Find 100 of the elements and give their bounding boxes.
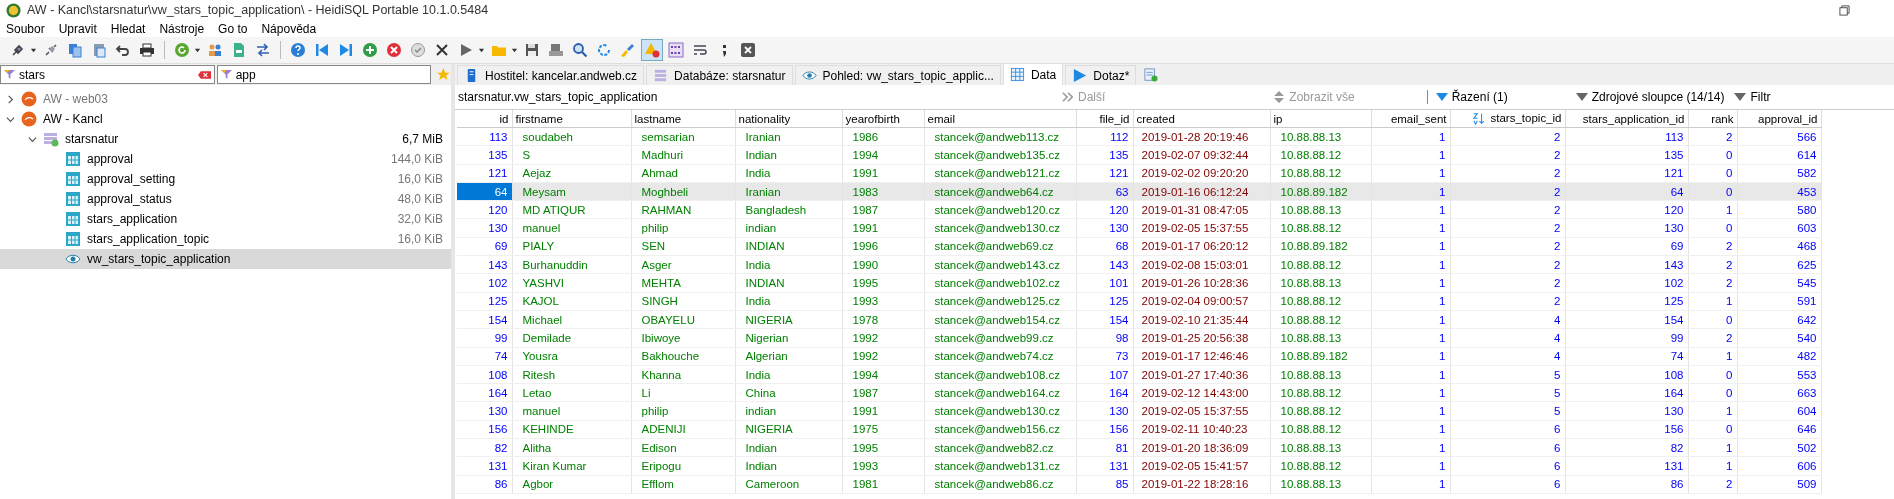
delete-icon[interactable]	[384, 40, 404, 60]
tree-item[interactable]: starsnatur 6,7 MiB	[0, 129, 451, 149]
table-cell: 2019-01-26 10:28:36	[1133, 273, 1270, 293]
table-cell: 2019-01-22 18:28:16	[1133, 475, 1270, 494]
table-cell: Efflom	[631, 475, 735, 494]
column-header[interactable]: email	[924, 110, 1076, 128]
tab[interactable]: Hostitel: kancelar.andweb.cz	[457, 65, 645, 85]
column-header[interactable]: stars_topic_id	[1450, 110, 1565, 128]
column-header[interactable]: created	[1133, 110, 1270, 128]
filter-field[interactable]: app	[216, 65, 432, 84]
menu-item[interactable]: Nástroje	[159, 21, 205, 36]
tree-item[interactable]: approval 144,0 KiB	[0, 149, 451, 169]
table-cell: 10.88.88.13	[1270, 438, 1371, 457]
column-header[interactable]: ip	[1270, 110, 1371, 128]
toolbar-button[interactable]: Zdrojové sloupce (14/14)	[1571, 90, 1729, 104]
column-header[interactable]: nationality	[735, 110, 842, 128]
caret-icon[interactable]	[511, 46, 518, 54]
tree-item[interactable]: AW - Kancl	[0, 109, 451, 129]
table-cell: 68	[1076, 237, 1133, 256]
table-cell: 2019-02-05 15:37:55	[1133, 219, 1270, 238]
table-cell: 1991	[842, 219, 924, 238]
tab[interactable]: Data	[1002, 63, 1064, 85]
tree-item[interactable]: stars_application_topic 16,0 KiB	[0, 229, 451, 249]
tab[interactable]: Dotaz*	[1065, 65, 1137, 85]
table-cell: 10.88.88.13	[1270, 328, 1371, 348]
table-cell: 2	[1450, 255, 1565, 274]
table-cell: ADENIJI	[631, 420, 735, 439]
table-cell: 502	[1737, 438, 1821, 457]
table-cell: 1	[1371, 347, 1450, 366]
new-tab-icon[interactable]	[1144, 68, 1159, 82]
table-cell: stancek@andweb86.cz	[924, 475, 1076, 494]
close-icon[interactable]	[738, 40, 758, 60]
warning-icon[interactable]	[642, 40, 662, 60]
add-icon[interactable]	[360, 40, 380, 60]
column-header[interactable]: file_id	[1076, 110, 1133, 128]
table-cell: 0	[1688, 219, 1737, 238]
table-cell: 10.88.88.12	[1270, 255, 1371, 274]
table-cell: 108	[457, 365, 512, 384]
column-header[interactable]: id	[457, 110, 512, 128]
table-cell: 1	[1688, 292, 1737, 311]
caret-icon[interactable]	[478, 46, 485, 54]
column-header[interactable]: approval_id	[1737, 110, 1821, 128]
column-header[interactable]: lastname	[631, 110, 735, 128]
toolbar-button[interactable]: Řazení (1)	[1426, 90, 1512, 104]
tree-item[interactable]: stars_application 32,0 KiB	[0, 209, 451, 229]
table-cell: Madhuri	[631, 145, 735, 165]
table-cell: SINGH	[631, 292, 735, 311]
table-cell: 164	[1076, 383, 1133, 402]
toolbar-button[interactable]: Filtr	[1730, 90, 1775, 104]
menu-item[interactable]: Soubor	[6, 21, 45, 36]
caret-icon[interactable]	[30, 46, 37, 54]
tree-item[interactable]: AW - web03	[0, 89, 451, 109]
clear-icon[interactable]	[197, 70, 211, 79]
column-header[interactable]: yearofbirth	[842, 110, 924, 128]
table-cell: Alitha	[512, 438, 631, 457]
tree-item[interactable]: approval_status 48,0 KiB	[0, 189, 451, 209]
table-cell: RAHMAN	[631, 200, 735, 219]
search-icon[interactable]	[570, 40, 590, 60]
chevron-icon[interactable]	[28, 134, 37, 144]
menu-item[interactable]: Hledat	[110, 21, 146, 36]
tree-item[interactable]: vw_stars_topic_application	[0, 249, 451, 269]
table-cell: 2019-02-05 15:37:55	[1133, 401, 1270, 421]
table-cell: 143	[457, 255, 512, 274]
column-header[interactable]: rank	[1688, 110, 1737, 128]
table-cell: 10.88.88.13	[1270, 200, 1371, 219]
printer-icon[interactable]	[137, 40, 157, 60]
table-cell: 74	[457, 347, 512, 366]
table-cell: 1992	[842, 328, 924, 348]
caret-icon[interactable]	[194, 46, 201, 54]
tree-item[interactable]: approval_setting 16,0 KiB	[0, 169, 451, 189]
filter-field[interactable]: stars	[0, 65, 215, 84]
table-cell: India	[735, 255, 842, 274]
table-cell: SEN	[631, 237, 735, 256]
help-icon[interactable]	[288, 40, 308, 60]
size-label: 32,0 KiB	[397, 212, 443, 226]
table-cell: 121	[457, 164, 512, 183]
menu-item[interactable]: Upravit	[58, 21, 97, 36]
table-icon	[65, 231, 81, 247]
restore-icon[interactable]	[1839, 4, 1850, 16]
table-cell: Indian	[735, 456, 842, 476]
table-cell: stancek@andweb164.cz	[924, 383, 1076, 402]
menu-item[interactable]: Go to	[218, 21, 248, 36]
table-cell: 1	[1371, 200, 1450, 219]
check-icon[interactable]	[408, 40, 428, 60]
table-cell: 606	[1737, 456, 1821, 476]
table-cell: NIGERIA	[735, 420, 842, 439]
column-header[interactable]: stars_application_id	[1565, 110, 1688, 128]
menu-item[interactable]: Nápověda	[261, 21, 317, 36]
tab[interactable]: Pohled: vw_stars_topic_applic...	[794, 65, 1001, 85]
star-icon[interactable]	[436, 67, 451, 82]
tab[interactable]: Databáze: starsnatur	[646, 65, 793, 85]
column-header[interactable]: email_sent	[1371, 110, 1450, 128]
table-cell: stancek@andweb74.cz	[924, 347, 1076, 366]
column-header[interactable]: firstname	[512, 110, 631, 128]
table-cell: S	[512, 145, 631, 165]
table-cell: 1978	[842, 310, 924, 329]
size-label: 144,0 KiB	[390, 152, 443, 166]
table-cell: 69	[457, 237, 512, 256]
table-cell: KEHINDE	[512, 420, 631, 439]
table-cell: Nigerian	[735, 328, 842, 348]
